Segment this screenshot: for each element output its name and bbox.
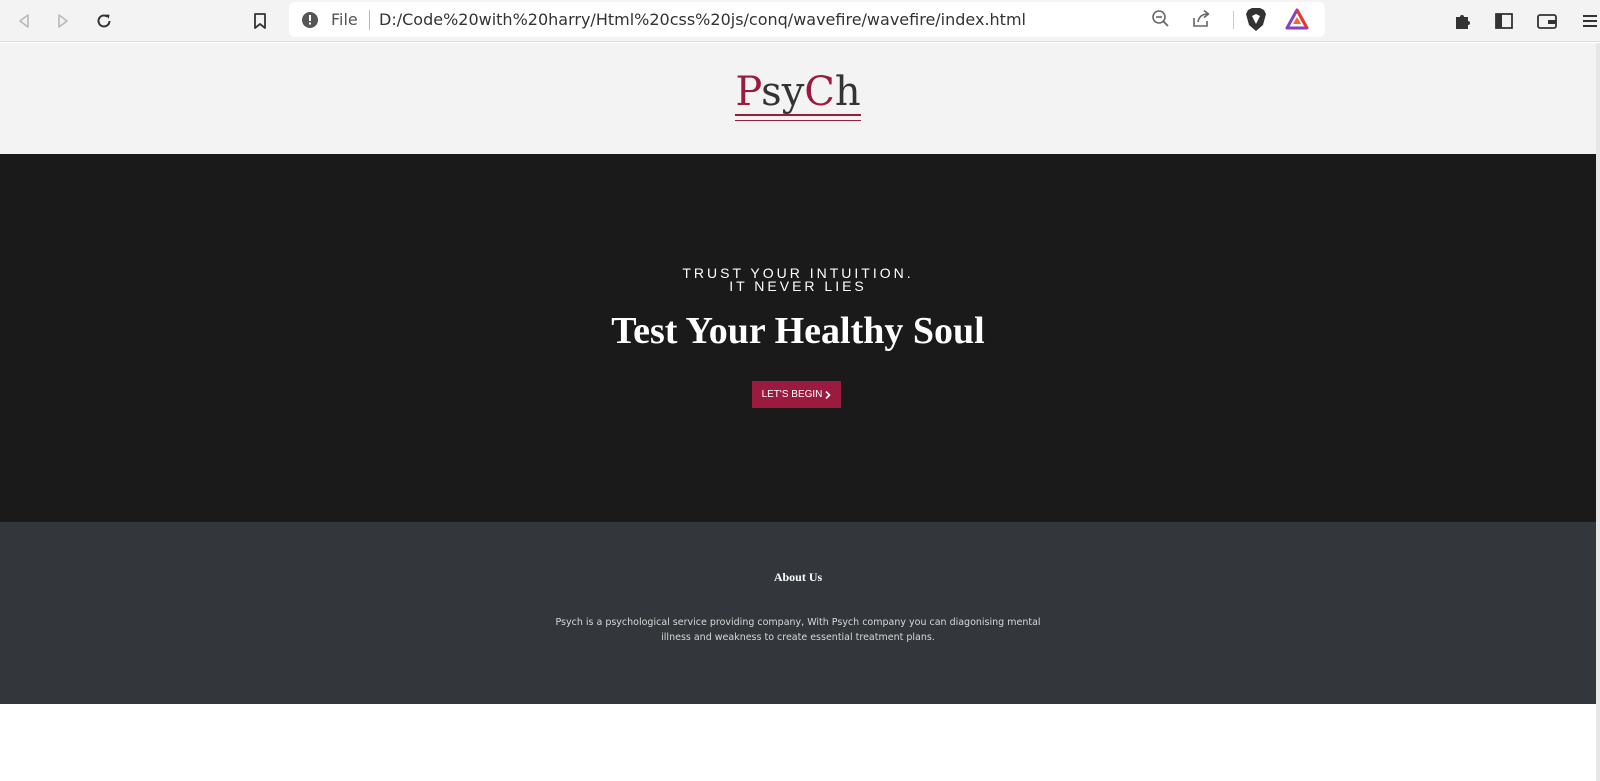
- about-title: About Us: [773, 570, 823, 584]
- address-bar[interactable]: File D:/Code%20with%20harry/Html%20css%2…: [289, 2, 1325, 37]
- extensions-button[interactable]: [1449, 7, 1477, 35]
- brave-rewards-icon[interactable]: [1285, 8, 1309, 35]
- menu-button[interactable]: [1576, 7, 1600, 35]
- share-icon[interactable]: [1191, 9, 1213, 34]
- url-divider: [369, 10, 370, 30]
- hero-tagline: TRUST YOUR INTUITION. IT NEVER LIES: [0, 266, 1596, 294]
- sidebar-icon: [1495, 13, 1513, 29]
- logo-letter-h: h: [834, 69, 861, 115]
- forward-button[interactable]: [49, 7, 77, 35]
- logo-wordmark: PsyCh: [735, 69, 862, 121]
- lets-begin-label: LET'S BEGIN: [761, 389, 823, 400]
- url-scheme-label: File: [331, 10, 358, 29]
- site-header: PsyCh: [0, 43, 1596, 154]
- brave-shield-icon[interactable]: [1244, 7, 1268, 37]
- bookmark-icon: [254, 13, 266, 29]
- window-edge: [1596, 43, 1600, 781]
- back-icon: [19, 14, 29, 28]
- about-section: About Us Psych is a psychological servic…: [0, 522, 1596, 704]
- url-text[interactable]: D:/Code%20with%20harry/Html%20css%20js/c…: [379, 10, 1026, 29]
- lets-begin-button[interactable]: LET'S BEGIN: [752, 381, 841, 408]
- back-button[interactable]: [10, 7, 38, 35]
- logo-letter-p: P: [735, 69, 762, 115]
- logo-letter-c: C: [804, 69, 835, 115]
- hero-section: TRUST YOUR INTUITION. IT NEVER LIES Test…: [0, 154, 1596, 522]
- browser-toolbar: File D:/Code%20with%20harry/Html%20css%2…: [0, 0, 1600, 42]
- bookmark-button[interactable]: [246, 7, 274, 35]
- toolbar-divider: [1233, 11, 1234, 29]
- wallet-icon: [1537, 14, 1557, 29]
- site-logo[interactable]: PsyCh: [0, 69, 1596, 121]
- menu-icon: [1583, 15, 1597, 27]
- reload-icon: [97, 14, 111, 28]
- logo-letters-sy: sy: [761, 69, 805, 115]
- wallet-button[interactable]: [1533, 7, 1561, 35]
- zoom-out-icon[interactable]: [1151, 9, 1171, 34]
- reload-button[interactable]: [90, 7, 118, 35]
- info-icon[interactable]: [301, 11, 319, 34]
- forward-icon: [58, 14, 68, 28]
- hero-tagline-line2: IT NEVER LIES: [729, 278, 867, 294]
- hero-title: Test Your Healthy Soul: [611, 310, 985, 352]
- about-text: Psych is a psychological service providi…: [555, 617, 1041, 643]
- sidebar-button[interactable]: [1490, 7, 1518, 35]
- chevron-right-icon: [825, 390, 832, 399]
- extensions-icon: [1456, 15, 1470, 29]
